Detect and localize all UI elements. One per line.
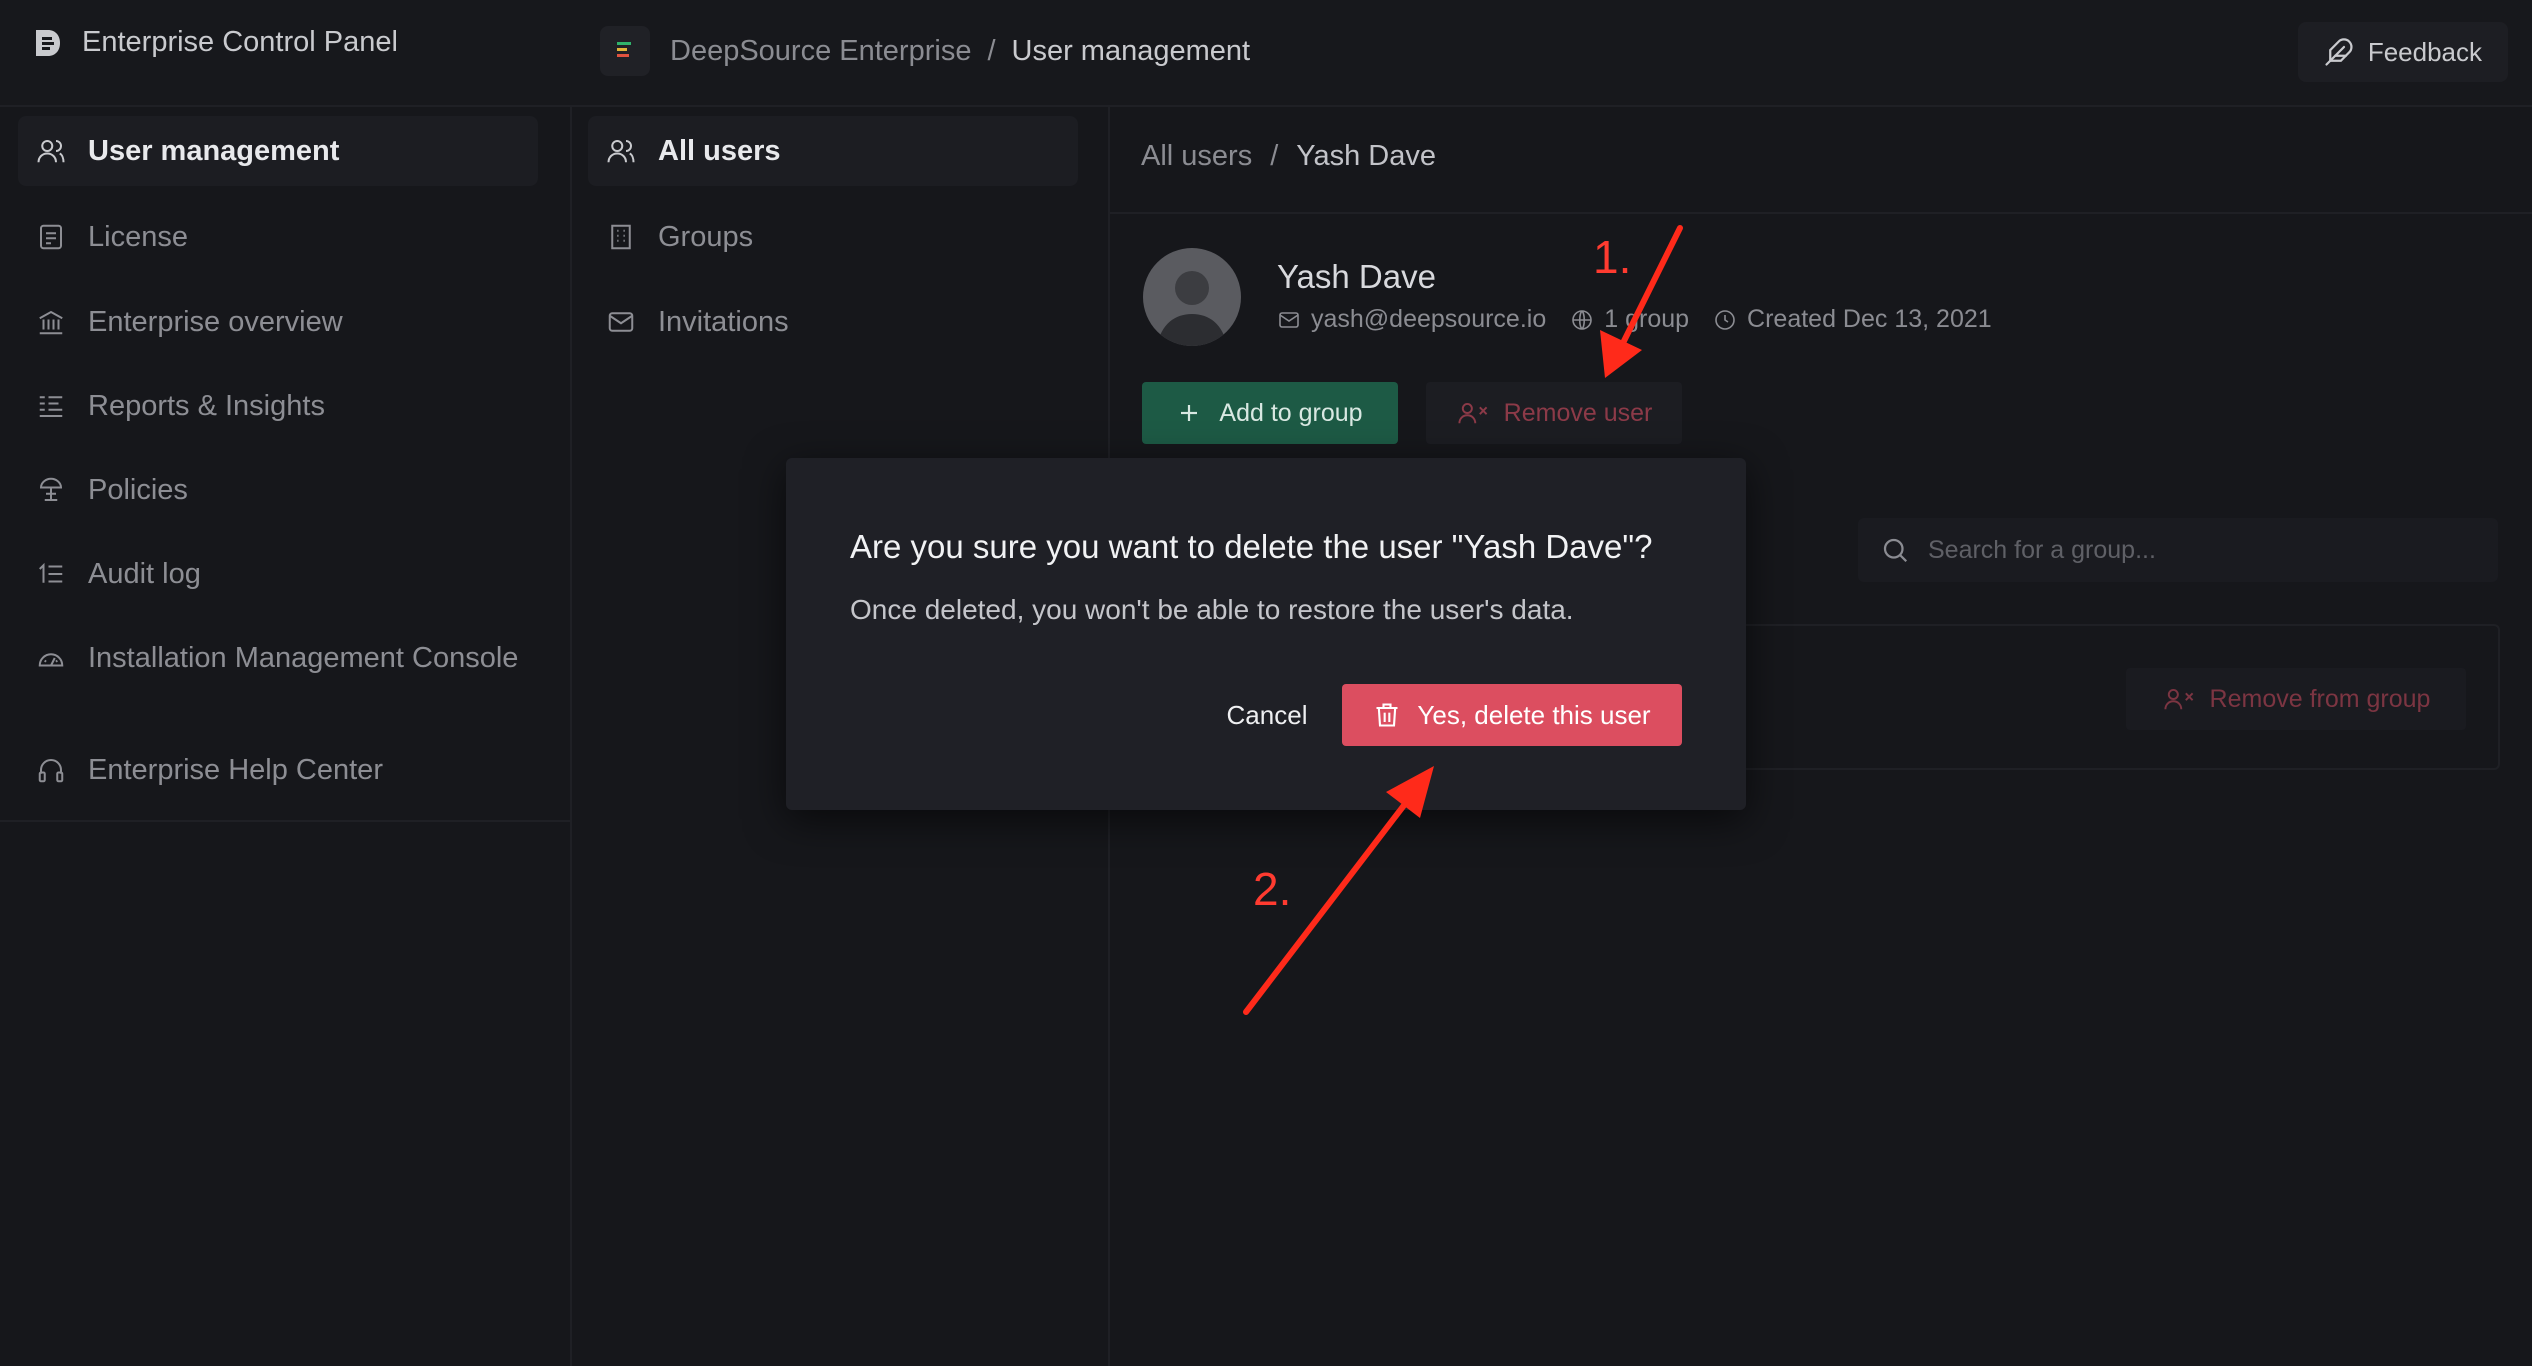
- sidebar-item-label: Enterprise overview: [88, 305, 343, 338]
- users-icon: [36, 136, 66, 166]
- building-icon: [606, 222, 636, 252]
- user-remove-icon: [1456, 399, 1490, 427]
- breadcrumb-all-users[interactable]: All users: [1141, 140, 1252, 173]
- user-email: yash@deepsource.io: [1311, 305, 1547, 333]
- confirm-delete-button[interactable]: Yes, delete this user: [1342, 684, 1682, 746]
- subnav-item-label: Invitations: [658, 305, 789, 338]
- sidebar-item-policies[interactable]: Policies: [18, 455, 538, 525]
- sidebar-item-enterprise-overview[interactable]: Enterprise overview: [18, 287, 538, 357]
- sidebar: User management License Enterprise overv…: [0, 107, 572, 1366]
- subnav-item-label: Groups: [658, 220, 754, 253]
- sidebar-item-label: User management: [88, 134, 340, 167]
- add-to-group-label: Add to group: [1219, 398, 1363, 427]
- search-placeholder: Search for a group...: [1928, 535, 2156, 564]
- sidebar-item-label: Reports & Insights: [88, 389, 325, 422]
- app-title: Enterprise Control Panel: [82, 26, 398, 58]
- sidebar-item-reports[interactable]: Reports & Insights: [18, 371, 538, 441]
- user-group-count: 1 group: [1604, 305, 1690, 333]
- feedback-button[interactable]: Feedback: [2297, 22, 2508, 82]
- confirm-delete-label: Yes, delete this user: [1417, 699, 1651, 730]
- reports-icon: [36, 391, 66, 421]
- plus-icon: [1177, 401, 1201, 425]
- user-created: Created Dec 13, 2021: [1747, 305, 1992, 333]
- annotation-step-1: 1.: [1593, 231, 1632, 283]
- feather-icon: [2324, 37, 2354, 67]
- feedback-label: Feedback: [2367, 36, 2482, 67]
- sidebar-item-label: Enterprise Help Center: [88, 753, 383, 786]
- remove-user-button[interactable]: Remove user: [1426, 382, 1682, 444]
- sidebar-item-installation-console[interactable]: Installation Management Console: [18, 623, 538, 693]
- bank-icon: [36, 307, 66, 337]
- breadcrumb-current: Yash Dave: [1296, 140, 1436, 172]
- search-icon: [1880, 535, 1910, 565]
- deepsource-logo-icon: [34, 28, 62, 58]
- subnav-item-label: All users: [658, 134, 781, 167]
- add-to-group-button[interactable]: Add to group: [1142, 382, 1398, 444]
- brand[interactable]: Enterprise Control Panel: [34, 26, 398, 59]
- org-logo-icon: [600, 26, 650, 76]
- user-breadcrumb: All users / Yash Dave: [1141, 140, 1436, 173]
- sidebar-item-license[interactable]: License: [18, 202, 538, 272]
- sidebar-item-audit-log[interactable]: Audit log: [18, 539, 538, 609]
- audit-log-icon: [36, 559, 66, 589]
- breadcrumb: DeepSource Enterprise / User management: [600, 26, 1250, 76]
- top-bar: Enterprise Control Panel DeepSource Ente…: [0, 0, 2532, 107]
- user-meta: yash@deepsource.io 1 group Created Dec 1…: [1277, 305, 2016, 334]
- delete-user-dialog: Are you sure you want to delete the user…: [786, 458, 1746, 810]
- cancel-button[interactable]: Cancel: [1192, 684, 1342, 746]
- console-icon: [36, 643, 66, 673]
- mail-icon: [1277, 308, 1301, 332]
- dialog-title: Are you sure you want to delete the user…: [850, 528, 1653, 565]
- sidebar-item-label: Policies: [88, 473, 188, 506]
- trash-icon: [1373, 700, 1401, 730]
- remove-from-group-button[interactable]: Remove from group: [2126, 668, 2466, 730]
- breadcrumb-separator: /: [987, 34, 996, 67]
- sidebar-item-help-center[interactable]: Enterprise Help Center: [18, 735, 538, 805]
- mail-icon: [606, 307, 636, 337]
- user-remove-icon: [2162, 685, 2196, 713]
- sidebar-item-label: Audit log: [88, 557, 201, 590]
- group-search-field[interactable]: Search for a group...: [1858, 518, 2498, 582]
- annotation-step-2: 2.: [1253, 863, 1292, 915]
- remove-user-label: Remove user: [1503, 398, 1653, 427]
- avatar: [1143, 248, 1241, 346]
- breadcrumb-separator: /: [1270, 140, 1279, 172]
- subnav-item-all-users[interactable]: All users: [588, 116, 1078, 186]
- subnav-item-invitations[interactable]: Invitations: [588, 287, 1078, 357]
- sidebar-item-user-management[interactable]: User management: [18, 116, 538, 186]
- license-icon: [36, 222, 66, 252]
- users-icon: [606, 136, 636, 166]
- user-name: Yash Dave: [1277, 258, 1436, 295]
- globe-icon: [1570, 308, 1594, 332]
- dialog-message: Once deleted, you won't be able to resto…: [850, 594, 1574, 625]
- clock-icon: [1713, 308, 1737, 332]
- sidebar-item-label: Installation Management Console: [88, 641, 519, 674]
- headphones-icon: [36, 755, 66, 785]
- remove-from-group-label: Remove from group: [2209, 684, 2431, 713]
- sidebar-item-label: License: [88, 220, 188, 253]
- policies-icon: [36, 475, 66, 505]
- sidebar-divider: [0, 820, 570, 822]
- breadcrumb-org[interactable]: DeepSource Enterprise: [670, 35, 971, 68]
- main-divider: [1110, 212, 2532, 214]
- breadcrumb-page: User management: [1011, 34, 1251, 67]
- subnav-item-groups[interactable]: Groups: [588, 202, 1078, 272]
